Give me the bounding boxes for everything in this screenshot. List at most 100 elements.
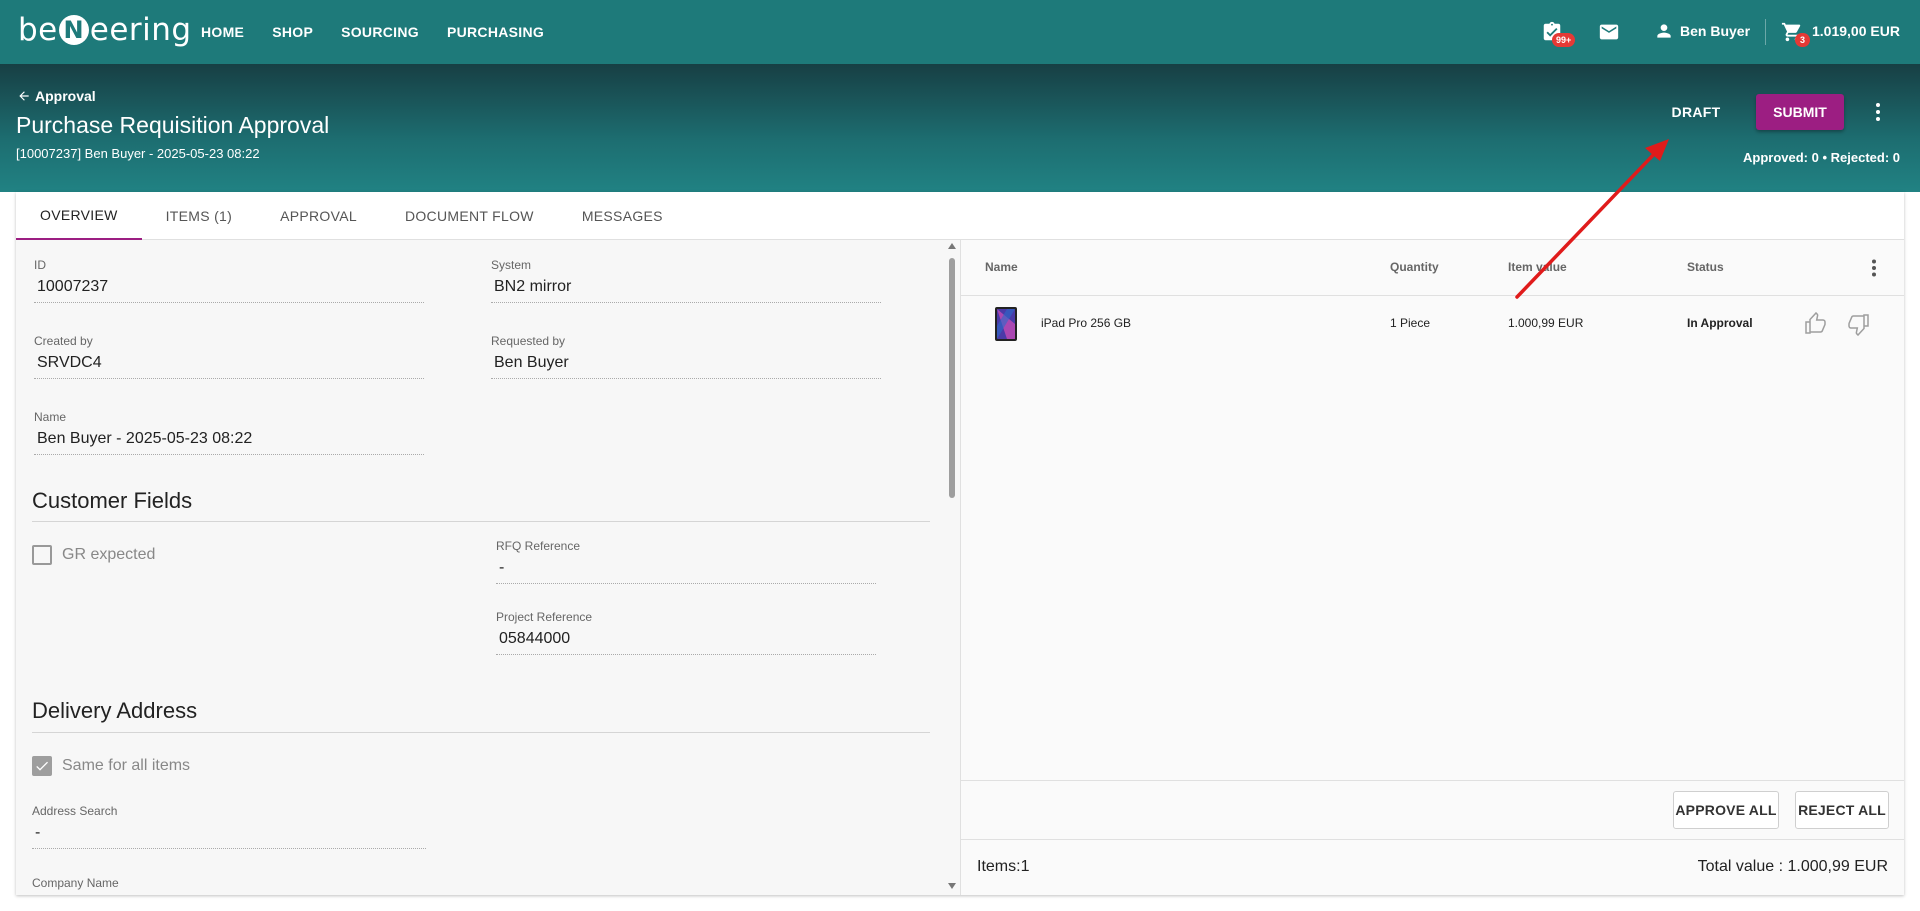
document-card: OVERVIEW ITEMS (1) APPROVAL DOCUMENT FLO… [16, 192, 1904, 895]
checkbox-box-checked [32, 756, 52, 776]
thumb-down-icon [1848, 314, 1869, 337]
draft-button[interactable]: DRAFT [1656, 94, 1736, 130]
requested-by-label: Requested by [491, 334, 566, 348]
same-for-all-items-checkbox[interactable]: Same for all items [32, 756, 190, 776]
total-value: Total value : 1.000,99 EUR [1697, 858, 1888, 875]
items-summary: Items:1 Total value : 1.000,99 EUR [961, 839, 1904, 895]
company-name-field: Company Name [32, 876, 426, 890]
table-row[interactable]: iPad Pro 256 GB 1 Piece 1.000,99 EUR In … [961, 296, 1904, 352]
checkbox-box [32, 545, 52, 565]
nav-purchasing[interactable]: PURCHASING [447, 24, 544, 40]
top-navigation-bar: be Neering HOME SHOP SOURCING PURCHASING … [0, 0, 1920, 64]
project-reference-field: Project Reference 05844000 [496, 610, 876, 655]
same-for-all-label: Same for all items [62, 757, 191, 774]
page-subtitle: [10007237] Ben Buyer - 2025-05-23 08:22 [16, 146, 260, 161]
overview-panel: ID 10007237 System BN2 mirror Created by… [16, 240, 960, 895]
scroll-thumb[interactable] [949, 258, 955, 498]
thumb-up-icon [1805, 311, 1826, 334]
cart-badge: 3 [1795, 33, 1811, 47]
tab-items[interactable]: ITEMS (1) [142, 192, 256, 240]
tab-document-flow[interactable]: DOCUMENT FLOW [381, 192, 558, 240]
bulk-action-bar: APPROVE ALL REJECT ALL [961, 780, 1904, 839]
tab-approval[interactable]: APPROVAL [256, 192, 381, 240]
page-title: Purchase Requisition Approval [16, 112, 330, 138]
section-divider [32, 732, 930, 733]
address-search-field: Address Search - [32, 804, 426, 849]
logo-text-left: be [18, 12, 58, 48]
address-search-value[interactable]: - [32, 824, 426, 849]
tab-messages[interactable]: MESSAGES [558, 192, 687, 240]
user-name: Ben Buyer [1680, 23, 1751, 39]
column-name[interactable]: Name [985, 260, 1018, 274]
scroll-up-icon [948, 243, 956, 249]
product-thumbnail [993, 306, 1019, 342]
submit-button[interactable]: SUBMIT [1756, 94, 1844, 130]
cart-button[interactable]: 3 [1779, 19, 1811, 47]
rfq-label: RFQ Reference [496, 539, 581, 553]
more-vert-icon [1876, 103, 1880, 121]
items-count: Items:1 [977, 858, 1030, 875]
divider [1765, 19, 1766, 45]
customer-fields-heading: Customer Fields [32, 488, 193, 513]
benneering-logo[interactable]: be Neering [18, 12, 192, 48]
name-field: Name Ben Buyer - 2025-05-23 08:22 [34, 410, 424, 455]
gr-expected-checkbox[interactable]: GR expected [32, 545, 155, 565]
table-options-button[interactable] [1871, 259, 1877, 282]
nav-sourcing[interactable]: SOURCING [341, 24, 419, 40]
approve-all-button[interactable]: APPROVE ALL [1673, 791, 1779, 829]
created-by-value: SRVDC4 [34, 354, 424, 379]
system-label: System [491, 258, 532, 272]
project-label: Project Reference [496, 610, 593, 624]
back-link[interactable]: Approval [17, 88, 96, 104]
requested-by-field: Requested by Ben Buyer [491, 334, 881, 379]
project-value[interactable]: 05844000 [496, 630, 876, 655]
vertical-scrollbar[interactable] [946, 240, 958, 895]
reject-item-button[interactable] [1846, 312, 1870, 341]
more-vert-icon [1872, 259, 1876, 277]
tasks-button[interactable]: 99+ [1539, 19, 1576, 47]
system-value: BN2 mirror [491, 278, 881, 303]
tablet-product-image [995, 307, 1017, 341]
item-status: In Approval [1687, 316, 1753, 330]
company-name-label: Company Name [32, 876, 119, 890]
requested-by-value: Ben Buyer [491, 354, 881, 379]
approval-counts: Approved: 0 • Rejected: 0 [1743, 150, 1900, 165]
arrow-back-icon [19, 91, 29, 101]
user-menu[interactable]: Ben Buyer [1654, 21, 1750, 41]
nav-home[interactable]: HOME [201, 24, 244, 40]
logo-n-mark: N [58, 15, 89, 45]
name-value: Ben Buyer - 2025-05-23 08:22 [34, 430, 424, 455]
item-name[interactable]: iPad Pro 256 GB [1041, 316, 1131, 330]
id-value: 10007237 [34, 278, 424, 303]
back-label: Approval [35, 88, 96, 104]
id-label: ID [34, 258, 46, 272]
address-search-label: Address Search [32, 804, 118, 818]
person-icon [1657, 24, 1671, 38]
column-quantity[interactable]: Quantity [1390, 260, 1439, 274]
created-by-field: Created by SRVDC4 [34, 334, 424, 379]
rfq-value[interactable]: - [496, 559, 876, 584]
items-table-header: Name Quantity Item value Status [961, 240, 1904, 296]
page-header: Approval Purchase Requisition Approval [… [0, 64, 1920, 192]
messages-button[interactable] [1596, 19, 1622, 45]
name-label: Name [34, 410, 67, 424]
section-divider [32, 521, 930, 522]
item-value: 1.000,99 EUR [1508, 316, 1584, 330]
more-options-button[interactable] [1866, 98, 1890, 126]
rfq-reference-field: RFQ Reference - [496, 539, 876, 584]
mail-icon [1599, 24, 1619, 40]
column-status[interactable]: Status [1687, 260, 1724, 274]
id-field: ID 10007237 [34, 258, 424, 303]
main-nav: HOME SHOP SOURCING PURCHASING [201, 0, 572, 64]
check-icon [36, 761, 48, 771]
scroll-down-icon [948, 883, 956, 889]
delivery-address-heading: Delivery Address [32, 698, 198, 723]
column-item-value[interactable]: Item value [1508, 260, 1567, 274]
nav-shop[interactable]: SHOP [272, 24, 313, 40]
reject-all-button[interactable]: REJECT ALL [1795, 791, 1889, 829]
approve-item-button[interactable] [1804, 311, 1828, 341]
items-panel: Name Quantity Item value Status iPad Pro… [960, 240, 1904, 895]
logo-text-right: eering [89, 12, 192, 48]
cart-total[interactable]: 1.019,00 EUR [1812, 23, 1900, 39]
tab-overview[interactable]: OVERVIEW [16, 192, 142, 240]
